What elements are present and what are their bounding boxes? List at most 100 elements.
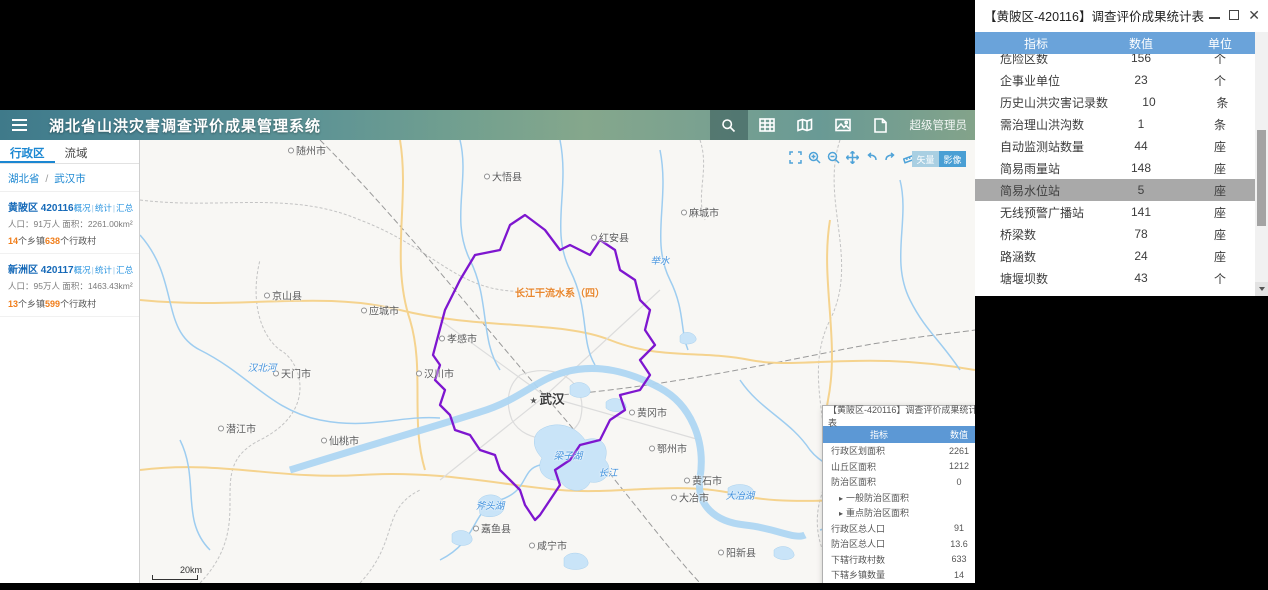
table-cell: 13.6 [950,538,968,549]
table-cell: 塘堰坝数 [1000,271,1049,286]
image-icon[interactable] [824,110,862,140]
breadcrumb-root[interactable]: 湖北省 [8,173,40,185]
sidebar-tabs: 行政区 流域 [0,140,139,164]
district-item-huangpi[interactable]: 黄陂区 420116 概况|统计|汇总 人口：91万人 面积：2261.00km… [0,192,139,255]
close-icon[interactable]: ✕ [1248,8,1260,22]
table-cell: 座 [1213,161,1226,176]
minimize-icon[interactable] [1209,16,1221,19]
menu-icon[interactable] [12,119,27,131]
table-cell: 无线预警广播站 [1000,205,1085,220]
table-cell: 条 [1216,95,1229,110]
table-cell: 防治区面积 [831,477,877,488]
scrollbar[interactable] [1255,32,1268,296]
district-item-xinzhou[interactable]: 新洲区 420117 概况|统计|汇总 人口：95万人 面积：1463.43km… [0,254,139,317]
table-cell: 5 [1137,183,1145,197]
scrollbar-thumb[interactable] [1257,130,1266,226]
table-cell: 简易水位站 [1000,183,1061,198]
table-row[interactable]: 桥梁数 78 座 [975,223,1255,245]
table-cell: 23 [1134,73,1148,87]
table-row[interactable]: 塘堰坝数 43 个 [975,267,1255,289]
basemap-imagery-button[interactable]: 影像 [939,151,966,167]
map-icon[interactable] [786,110,824,140]
table-row[interactable]: 需治理山洪沟数 1 条 [975,113,1255,135]
maximize-icon[interactable] [1229,10,1240,20]
float-stats-panel[interactable]: 【黄陂区-420116】调查评价成果统计表 ✕ 指标 数值 单位 行政区划面积 2… [822,405,975,583]
table-cell: 需治理山洪沟数 [1000,117,1085,132]
table-cell: 行政区划面积 [831,446,886,457]
table-row[interactable]: 企事业单位 23 个 [975,69,1255,91]
scale-bar: 20km [152,565,202,580]
table-cell: 座 [1213,249,1226,264]
stats-window[interactable]: 【黄陂区-420116】调查评价成果统计表 ✕ 指标 数值 单位 危险区数 156… [975,0,1268,296]
scrollbar-down-button[interactable] [1255,282,1268,296]
district-name[interactable]: 黄陂区 420116 [8,199,74,214]
table-cell: 148 [1130,161,1152,175]
stats-window-titlebar: 【黄陂区-420116】调查评价成果统计表 ✕ [975,0,1268,30]
district-info: 人口：91万人 面积：2261.00km² [8,219,133,229]
table-cell: 2261 [948,445,970,456]
search-icon[interactable] [709,110,748,140]
table-row[interactable]: 山丘区面积1212km² [823,459,975,475]
table-cell: 路涵数 [1000,249,1037,264]
table-cell: 下辖乡镇数量 [831,570,886,581]
basemap-vector-button[interactable]: 矢量 [912,151,939,167]
table-row[interactable]: 下辖乡镇数量14个 [823,567,975,583]
zoom-in-icon[interactable] [807,150,821,164]
table-row[interactable]: 简易雨量站 148 座 [975,157,1255,179]
app-title: 湖北省山洪灾害调查评价成果管理系统 [49,117,322,135]
table-row[interactable]: 重点防治区面积km² [823,505,975,521]
column-value: 数值 [949,430,968,440]
current-user[interactable]: 超级管理员 [910,117,968,133]
pan-icon[interactable] [845,150,859,164]
table-cell: 44 [1134,139,1148,153]
breadcrumb: 湖北省 / 武汉市 [0,164,139,192]
table-cell: 个 [1213,271,1226,286]
district-name[interactable]: 新洲区 420117 [8,261,74,276]
table-row[interactable]: 简易水位站 5 座 [975,179,1255,201]
summary-link[interactable]: 汇总 [116,265,133,275]
table-cell: 座 [1213,183,1226,198]
table-row[interactable]: 自动监测站数量 44 座 [975,135,1255,157]
district-towns: 14个乡镇638个行政村 [8,236,97,247]
statistics-link[interactable]: 统计 [95,265,112,275]
map-canvas[interactable]: 随州市大悟县红安县麻城市京山县应城市孝感市汉川市天门市潜江市仙桃市武汉黄冈市鄂州… [140,140,975,583]
tab-administrative-region[interactable]: 行政区 [0,140,55,163]
table-cell: 78 [1134,227,1148,241]
zoom-out-icon[interactable] [826,150,840,164]
next-extent-icon[interactable] [883,150,897,164]
district-towns: 13个乡镇599个行政村 [8,298,97,309]
tab-watershed[interactable]: 流域 [55,140,98,163]
table-row[interactable]: 危险区数 156 个 [975,54,1255,69]
full-extent-icon[interactable] [788,150,802,164]
district-links: 概况|统计|汇总 [73,203,134,213]
float-panel-header-row: 指标 数值 单位 [823,426,975,443]
overview-link[interactable]: 概况 [74,265,91,275]
table-cell: 633 [951,554,967,565]
table-row[interactable]: 一般防治区面积km² [823,490,975,506]
table-cell: 10 [1142,95,1156,109]
table-icon[interactable] [748,110,786,140]
column-indicator: 指标 [869,430,888,440]
breadcrumb-current[interactable]: 武汉市 [54,173,86,185]
table-row[interactable]: 路涵数 24 座 [975,245,1255,267]
table-row[interactable]: 下辖行政村数633个 [823,552,975,568]
table-row[interactable]: 防治区总人口13.6万人 [823,536,975,552]
table-cell: 14 [953,569,964,580]
stats-rows: 危险区数 156 个企事业单位 23 个历史山洪灾害记录数 10 条需治理山洪沟数 1 条自动监… [975,54,1255,296]
app-header: 湖北省山洪灾害调查评价成果管理系统 超级管理员 [0,110,975,140]
table-row[interactable]: 无线预警广播站 141 座 [975,201,1255,223]
table-row[interactable]: 行政区总人口91万人 [823,521,975,537]
table-cell: 山丘区面积 [831,461,877,472]
table-row[interactable]: 上报行政村数553个 [823,583,975,584]
previous-extent-icon[interactable] [864,150,878,164]
table-row[interactable]: 防治区面积0km² [823,474,975,490]
table-row[interactable]: 行政区划面积2261km² [823,443,975,459]
table-row[interactable]: 历史山洪灾害记录数 10 条 [975,91,1255,113]
summary-link[interactable]: 汇总 [116,203,133,213]
statistics-link[interactable]: 统计 [95,203,112,213]
document-icon[interactable] [862,110,900,140]
overview-link[interactable]: 概况 [74,203,91,213]
column-value: 数值 [1128,36,1153,51]
stats-window-title: 【黄陂区-420116】调查评价成果统计表 [984,9,1204,24]
float-panel-titlebar: 【黄陂区-420116】调查评价成果统计表 ✕ [823,405,975,428]
